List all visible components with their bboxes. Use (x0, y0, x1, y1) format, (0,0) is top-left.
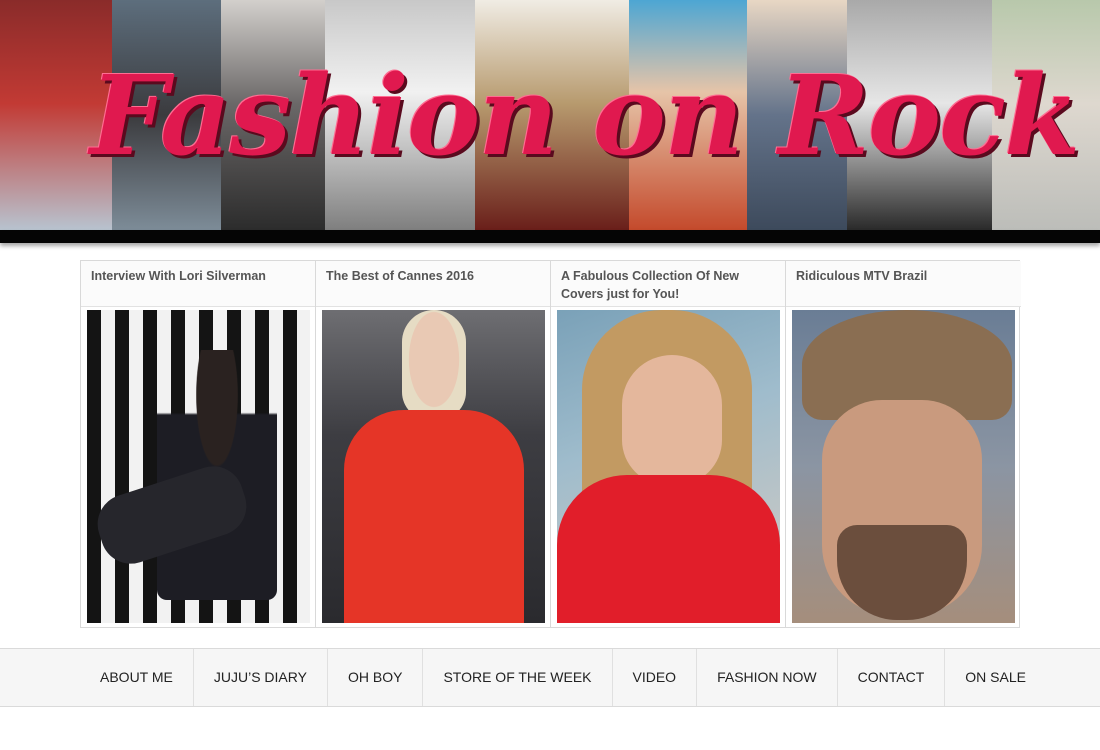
menu-item-oh-boy[interactable]: OH BOY (328, 649, 424, 706)
site-logo[interactable]: Fashion on Rock (90, 16, 1080, 216)
figure-red-dress (344, 410, 524, 623)
card-image-man-in-hat[interactable] (792, 310, 1015, 623)
card-header: The Best of Cannes 2016 (316, 261, 550, 307)
figure-head (402, 310, 466, 420)
card-header: Interview With Lori Silverman (81, 261, 315, 307)
featured-card-mtv-brazil[interactable]: Ridiculous MTV Brazil (786, 261, 1021, 627)
menu-item-store-of-the-week[interactable]: STORE OF THE WEEK (423, 649, 613, 706)
site-banner[interactable]: Fashion on Rock (0, 0, 1100, 230)
featured-card-new-covers[interactable]: A Fabulous Collection Of New Covers just… (551, 261, 786, 627)
menu-item-on-sale[interactable]: ON SALE (945, 649, 1046, 706)
figure-face (622, 355, 722, 485)
menu-list: ABOUT ME JUJU’S DIARY OH BOY STORE OF TH… (80, 649, 1046, 706)
featured-card-cannes-2016[interactable]: The Best of Cannes 2016 (316, 261, 551, 627)
featured-posts: Interview With Lori Silverman The Best o… (80, 260, 1021, 628)
menu-item-jujus-diary[interactable]: JUJU’S DIARY (194, 649, 328, 706)
card-image-red-dress[interactable] (322, 310, 545, 623)
card-title[interactable]: A Fabulous Collection Of New Covers just… (561, 267, 771, 303)
banner-divider-bar (0, 230, 1100, 243)
menu-item-about-me[interactable]: ABOUT ME (80, 649, 194, 706)
menu-item-contact[interactable]: CONTACT (838, 649, 946, 706)
card-header: Ridiculous MTV Brazil (786, 261, 1021, 307)
card-title[interactable]: The Best of Cannes 2016 (326, 267, 536, 285)
card-title[interactable]: Interview With Lori Silverman (91, 267, 301, 285)
card-header: A Fabulous Collection Of New Covers just… (551, 261, 785, 307)
main-navigation: ABOUT ME JUJU’S DIARY OH BOY STORE OF TH… (0, 648, 1100, 707)
card-title[interactable]: Ridiculous MTV Brazil (796, 267, 1006, 285)
featured-card-lori-silverman[interactable]: Interview With Lori Silverman (81, 261, 316, 627)
card-image-woman-posing[interactable] (87, 310, 310, 623)
card-image-red-fur-model[interactable] (557, 310, 780, 623)
menu-item-fashion-now[interactable]: FASHION NOW (697, 649, 838, 706)
menu-item-video[interactable]: VIDEO (613, 649, 698, 706)
figure-red-fur (557, 475, 780, 623)
